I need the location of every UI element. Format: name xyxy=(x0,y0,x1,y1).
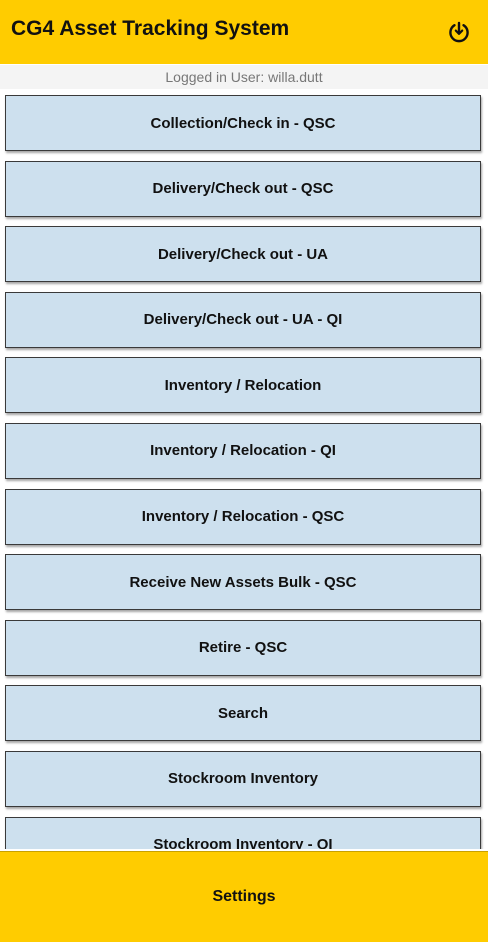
logged-in-user-text: Logged in User: willa.dutt xyxy=(0,65,488,89)
app-title: CG4 Asset Tracking System xyxy=(11,17,290,40)
menu-list-viewport[interactable]: Collection/Check in - QSC Delivery/Check… xyxy=(0,93,488,849)
settings-button[interactable]: Settings xyxy=(0,851,488,942)
collection-check-in-qsc-button[interactable]: Collection/Check in - QSC xyxy=(5,95,481,151)
power-download-icon[interactable] xyxy=(446,19,472,45)
inventory-relocation-qsc-button[interactable]: Inventory / Relocation - QSC xyxy=(5,488,481,545)
search-button[interactable]: Search xyxy=(5,685,481,742)
receive-new-assets-bulk-qsc-button[interactable]: Receive New Assets Bulk - QSC xyxy=(5,554,481,611)
delivery-check-out-ua-qi-button[interactable]: Delivery/Check out - UA - QI xyxy=(5,291,481,348)
settings-label: Settings xyxy=(212,888,276,905)
stockroom-inventory-button[interactable]: Stockroom Inventory xyxy=(5,750,481,807)
app-header: CG4 Asset Tracking System xyxy=(0,0,488,64)
menu-list: Collection/Check in - QSC Delivery/Check… xyxy=(5,95,481,849)
stockroom-inventory-qi-button[interactable]: Stockroom Inventory - QI xyxy=(5,816,481,849)
delivery-check-out-ua-button[interactable]: Delivery/Check out - UA xyxy=(5,226,481,283)
delivery-check-out-qsc-button[interactable]: Delivery/Check out - QSC xyxy=(5,160,481,217)
inventory-relocation-qi-button[interactable]: Inventory / Relocation - QI xyxy=(5,422,481,479)
retire-qsc-button[interactable]: Retire - QSC xyxy=(5,619,481,676)
inventory-relocation-button[interactable]: Inventory / Relocation xyxy=(5,357,481,414)
